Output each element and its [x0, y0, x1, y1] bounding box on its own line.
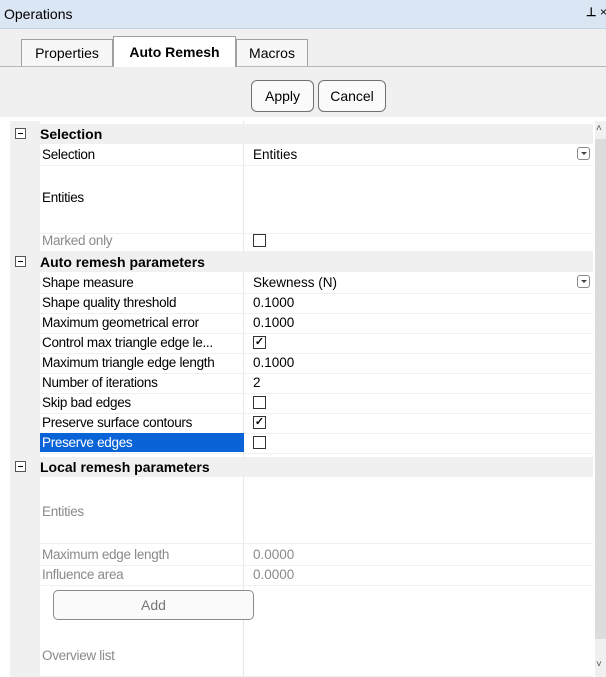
property-row-max-edge-length[interactable]: Maximum edge length 0.0000	[40, 545, 593, 566]
property-name: Skip bad edges	[42, 395, 131, 410]
property-value[interactable]: Entities	[253, 147, 297, 162]
close-icon[interactable]: ×	[600, 5, 606, 19]
property-row-shape-quality[interactable]: Shape quality threshold 0.1000	[40, 293, 593, 314]
preserve-edges-checkbox[interactable]	[253, 436, 266, 449]
category-title: Auto remesh parameters	[40, 254, 205, 270]
apply-button[interactable]: Apply	[251, 80, 314, 112]
property-name: Maximum triangle edge length	[42, 355, 215, 370]
property-value[interactable]: 2	[253, 375, 261, 390]
property-row-selection[interactable]: Selection Entities	[40, 145, 593, 166]
collapse-icon[interactable]	[15, 256, 26, 267]
property-name: Marked only	[42, 233, 113, 248]
property-row-marked-only[interactable]: Marked only	[40, 231, 593, 252]
property-value[interactable]: 0.1000	[253, 315, 294, 330]
tab-auto-remesh[interactable]: Auto Remesh	[113, 36, 236, 67]
scroll-up-icon[interactable]: ˄	[596, 123, 602, 134]
scroll-down-icon[interactable]: ˅	[596, 659, 602, 670]
property-name: Maximum geometrical error	[42, 315, 199, 330]
property-row-control-max-edge[interactable]: Control max triangle edge le... ✓	[40, 333, 593, 354]
tab-properties[interactable]: Properties	[21, 39, 113, 66]
tab-strip: Properties Auto Remesh Macros	[0, 29, 606, 67]
property-name: Control max triangle edge le...	[42, 335, 213, 350]
collapse-icon[interactable]	[15, 461, 26, 472]
property-name: Maximum edge length	[42, 547, 170, 562]
grid-gutter	[10, 121, 40, 677]
property-name: Influence area	[42, 567, 124, 582]
property-name: Preserve edges	[40, 433, 244, 452]
panel-title-bar: Operations ⊥ ×	[0, 0, 606, 29]
property-value[interactable]: Skewness (N)	[253, 275, 337, 290]
vertical-scrollbar[interactable]: ˄ ˅	[595, 121, 606, 677]
property-row-max-geom-error[interactable]: Maximum geometrical error 0.1000	[40, 313, 593, 334]
property-row-local-entities[interactable]: Entities	[40, 478, 593, 544]
property-row-preserve-edges[interactable]: Preserve edges	[40, 433, 593, 454]
property-name: Number of iterations	[42, 375, 158, 390]
collapse-icon[interactable]	[15, 128, 26, 139]
preserve-contours-checkbox[interactable]: ✓	[253, 416, 266, 429]
action-bar: Apply Cancel	[0, 67, 606, 117]
property-row-overview-list[interactable]: Overview list	[40, 626, 593, 677]
category-auto-remesh[interactable]: Auto remesh parameters	[10, 252, 593, 272]
category-local-remesh[interactable]: Local remesh parameters	[10, 457, 593, 477]
property-row-iterations[interactable]: Number of iterations 2	[40, 373, 593, 394]
property-row-skip-bad-edges[interactable]: Skip bad edges	[40, 393, 593, 414]
property-row-shape-measure[interactable]: Shape measure Skewness (N)	[40, 273, 593, 294]
pin-icon[interactable]: ⊥	[586, 5, 596, 19]
dropdown-icon[interactable]	[577, 275, 590, 288]
control-max-edge-checkbox[interactable]: ✓	[253, 336, 266, 349]
property-name: Shape measure	[42, 275, 134, 290]
skip-bad-edges-checkbox[interactable]	[253, 396, 266, 409]
property-value[interactable]: 0.0000	[253, 547, 294, 562]
category-selection[interactable]: Selection	[10, 124, 593, 144]
property-row-influence-area[interactable]: Influence area 0.0000	[40, 565, 593, 586]
property-name: Entities	[42, 190, 84, 205]
property-row-entities[interactable]: Entities	[40, 165, 593, 234]
cancel-button[interactable]: Cancel	[318, 80, 386, 112]
property-name: Entities	[42, 504, 84, 519]
property-name: Overview list	[42, 648, 115, 663]
tab-macros[interactable]: Macros	[236, 39, 308, 66]
property-name: Shape quality threshold	[42, 295, 177, 310]
category-title: Local remesh parameters	[40, 459, 210, 475]
panel-title: Operations	[4, 6, 73, 22]
scroll-thumb[interactable]	[595, 139, 606, 639]
marked-only-checkbox[interactable]	[253, 234, 266, 247]
property-name: Preserve surface contours	[42, 415, 193, 430]
add-button[interactable]: Add	[53, 590, 254, 620]
property-name: Selection	[42, 147, 95, 162]
property-row-preserve-contours[interactable]: Preserve surface contours ✓	[40, 413, 593, 434]
property-grid: Selection Selection Entities Entities Ma…	[10, 121, 593, 677]
category-title: Selection	[40, 126, 103, 142]
property-value[interactable]: 0.1000	[253, 355, 294, 370]
property-value[interactable]: 0.0000	[253, 567, 294, 582]
property-value[interactable]: 0.1000	[253, 295, 294, 310]
property-row-max-triangle-edge[interactable]: Maximum triangle edge length 0.1000	[40, 353, 593, 374]
dropdown-icon[interactable]	[577, 147, 590, 160]
